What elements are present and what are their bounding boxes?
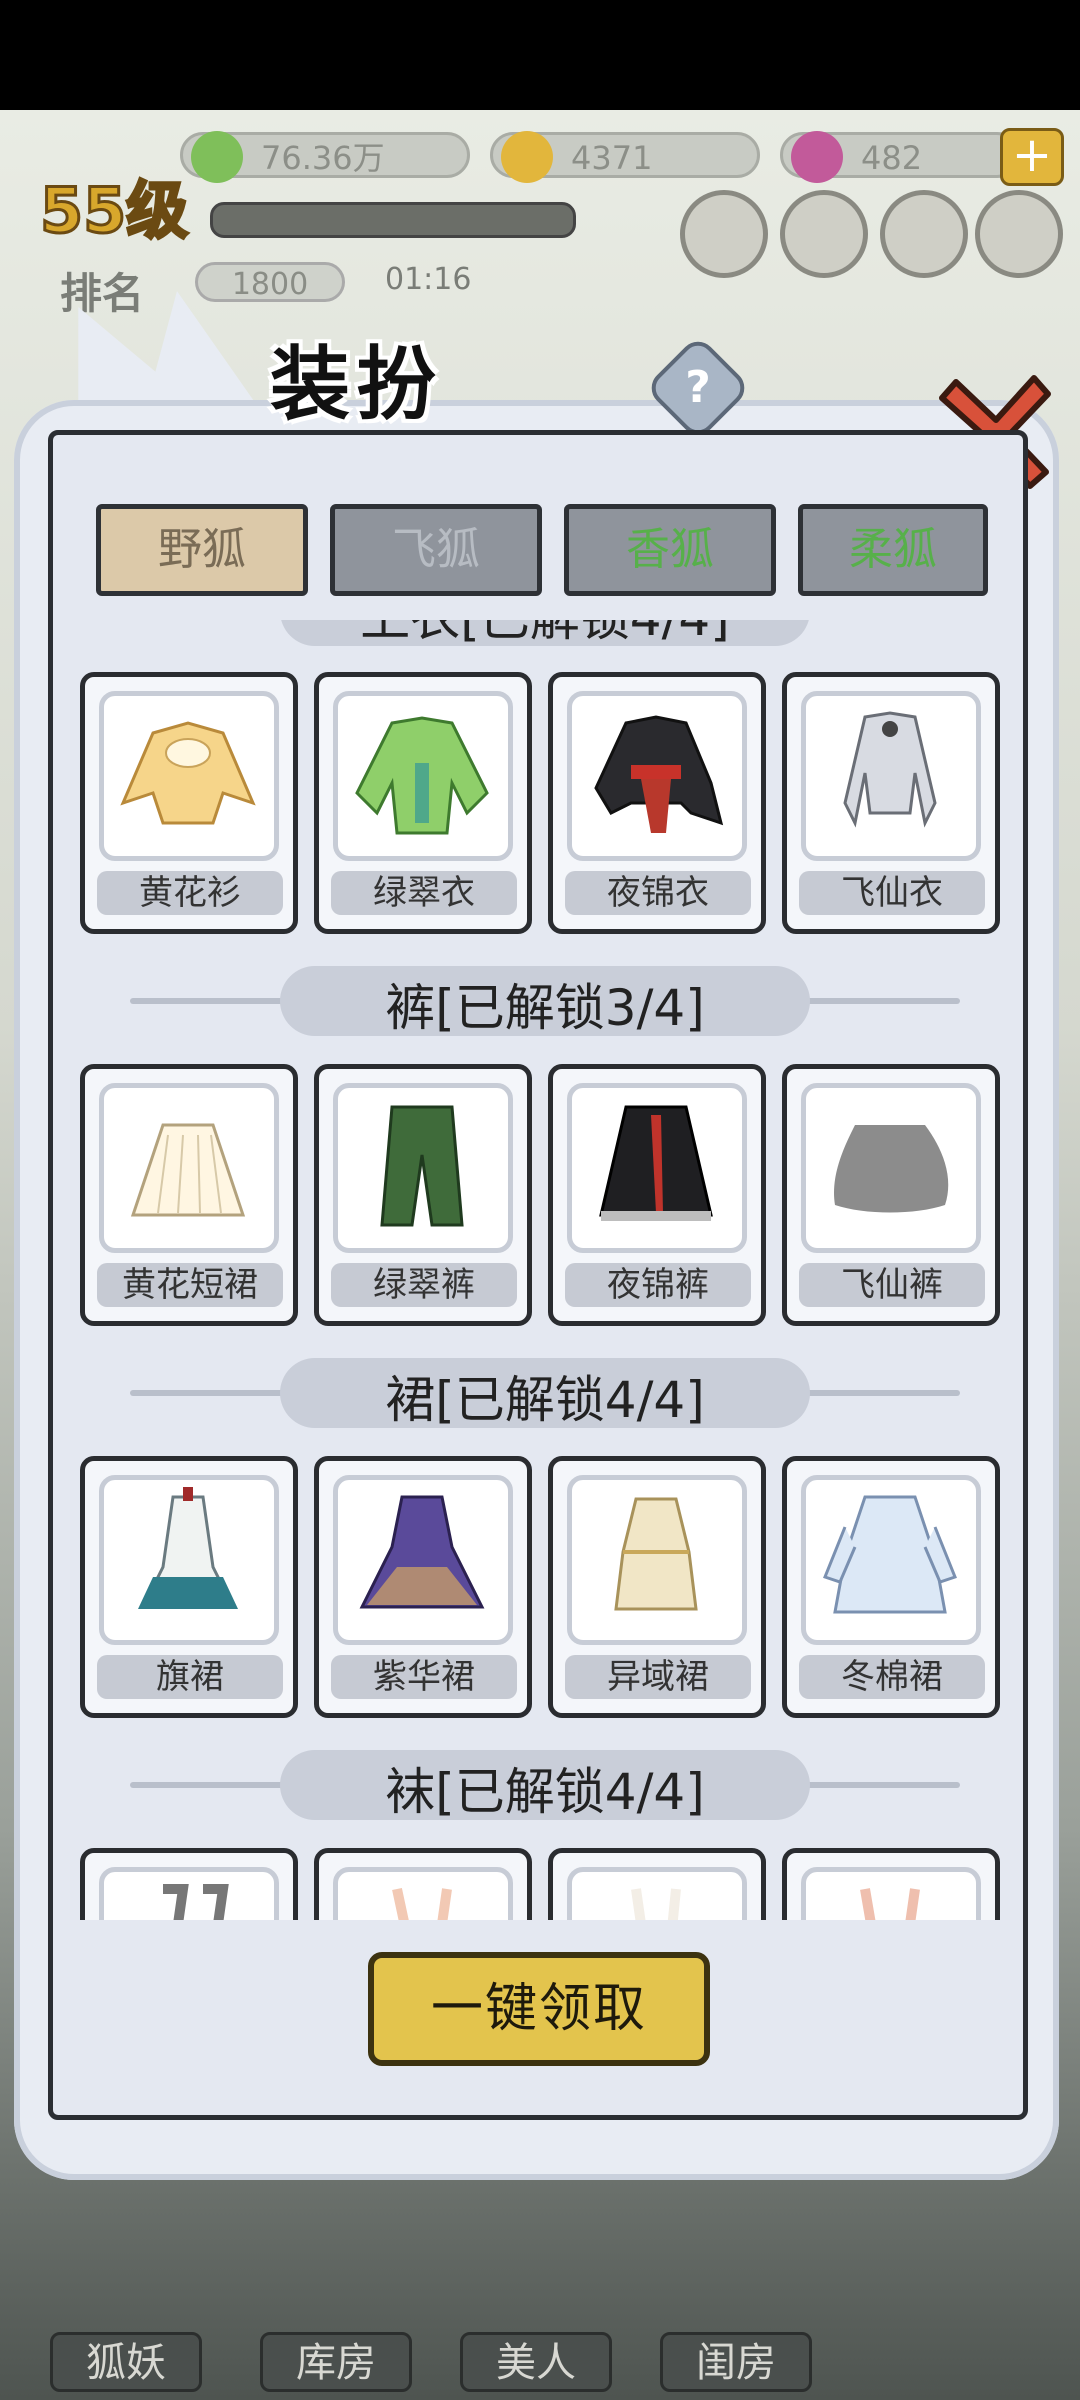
outfit-card[interactable] — [548, 1848, 766, 1920]
outfit-card[interactable]: 飞仙衣 — [782, 672, 1000, 934]
gear-icon[interactable] — [780, 190, 868, 278]
nav-fox-demon[interactable]: 狐妖 — [50, 2332, 202, 2392]
yellow-top-icon — [120, 721, 256, 825]
outfit-card[interactable]: 紫华裙 — [314, 1456, 532, 1718]
outfit-card[interactable]: 异域裙 — [548, 1456, 766, 1718]
bottom-nav: 狐妖 库房 美人 闺房 — [0, 2280, 1080, 2400]
qipao-dress-icon — [138, 1487, 238, 1609]
outfit-card[interactable] — [80, 1848, 298, 1920]
item-name: 绿翠裤 — [331, 1263, 517, 1307]
item-name: 异域裙 — [565, 1655, 751, 1699]
tab-soft-fox[interactable]: 柔狐 — [798, 504, 988, 596]
outfit-card[interactable]: 夜锦裤 — [548, 1064, 766, 1326]
white-top-icon — [843, 711, 937, 828]
pink-stockings-icon — [860, 1888, 920, 1920]
item-name: 飞仙衣 — [799, 871, 985, 915]
tab-fragrant-fox[interactable]: 香狐 — [564, 504, 776, 596]
skin-stockings-icon — [392, 1887, 452, 1920]
purple-dress-icon — [359, 1495, 485, 1609]
flower-icon[interactable] — [975, 190, 1063, 278]
outfit-card[interactable]: 绿翠裤 — [314, 1064, 532, 1326]
black-skirt-icon — [599, 1105, 713, 1221]
item-name: 夜锦衣 — [565, 871, 751, 915]
nav-boudoir[interactable]: 闺房 — [660, 2332, 812, 2392]
green-top-icon — [355, 716, 489, 835]
outfit-card[interactable]: 冬棉裙 — [782, 1456, 1000, 1718]
outfit-list[interactable]: 上衣[已解锁4/4] 黄花衫 绿翠衣 夜锦衣 飞仙衣 — [80, 620, 1010, 1920]
section-header-top: 上衣[已解锁4/4] — [80, 620, 1010, 650]
item-name: 冬棉裙 — [799, 1655, 985, 1699]
help-glyph: ? — [685, 362, 711, 413]
chest-icon[interactable] — [880, 190, 968, 278]
outfit-card[interactable]: 黄花短裙 — [80, 1064, 298, 1326]
player-level: 55级 — [38, 173, 189, 249]
leaf-icon — [191, 131, 243, 183]
section-title: 袜[已解锁4/4] — [385, 1763, 705, 1821]
gem-icon — [791, 131, 843, 183]
item-name: 紫华裙 — [331, 1655, 517, 1699]
section-header-pants: 裤[已解锁3/4] — [80, 960, 1010, 1040]
nav-beauty[interactable]: 美人 — [460, 2332, 612, 2392]
green-pants-icon — [380, 1105, 464, 1227]
section-title: 裙[已解锁4/4] — [385, 1371, 705, 1429]
scroll-menu-icon[interactable] — [680, 190, 768, 278]
outfit-card[interactable]: 旗裙 — [80, 1456, 298, 1718]
tab-flying-fox[interactable]: 飞狐 — [330, 504, 542, 596]
section-title: 上衣[已解锁4/4] — [80, 620, 1010, 650]
claim-all-button[interactable]: 一键领取 — [368, 1952, 710, 2066]
white-skirt-icon — [130, 1123, 246, 1217]
black-red-top-icon — [594, 715, 724, 833]
add-resource-button[interactable]: + — [1000, 128, 1064, 186]
green-resource-pill[interactable]: 76.36万 — [180, 131, 470, 183]
tab-wild-fox[interactable]: 野狐 — [96, 504, 308, 596]
gem-resource-pill[interactable]: 482 — [780, 131, 1020, 183]
experience-bar — [210, 202, 576, 238]
outfit-card[interactable] — [314, 1848, 532, 1920]
coin-resource-pill[interactable]: 4371 — [490, 131, 760, 183]
item-name: 黄花衫 — [97, 871, 283, 915]
panel-title: 装扮 — [270, 338, 442, 431]
outfit-card[interactable]: 黄花衫 — [80, 672, 298, 934]
item-name: 黄花短裙 — [97, 1263, 283, 1307]
locked-pants-silhouette-icon — [834, 1125, 949, 1213]
nav-storehouse[interactable]: 库房 — [260, 2332, 412, 2392]
winter-dress-icon — [823, 1495, 957, 1614]
item-name: 夜锦裤 — [565, 1263, 751, 1307]
section-header-skirts: 裙[已解锁4/4] — [80, 1352, 1010, 1432]
outfit-card[interactable] — [782, 1848, 1000, 1920]
outfit-card[interactable]: 飞仙裤 — [782, 1064, 1000, 1326]
outfit-card[interactable]: 绿翠衣 — [314, 672, 532, 934]
timer-text: 01:16 — [385, 262, 472, 297]
coin-icon — [501, 131, 553, 183]
white-stockings-icon — [631, 1888, 681, 1920]
grey-stockings-icon — [163, 1884, 229, 1920]
outfit-card[interactable]: 夜锦衣 — [548, 672, 766, 934]
item-name: 绿翠衣 — [331, 871, 517, 915]
green-resource-value: 76.36万 — [261, 139, 385, 177]
gem-resource-value: 482 — [861, 139, 923, 177]
item-name: 飞仙裤 — [799, 1263, 985, 1307]
exotic-dress-icon — [614, 1497, 698, 1611]
item-name: 旗裙 — [97, 1655, 283, 1699]
coin-resource-value: 4371 — [571, 139, 653, 177]
section-header-socks: 袜[已解锁4/4] — [80, 1744, 1010, 1824]
section-title: 裤[已解锁3/4] — [385, 979, 705, 1037]
